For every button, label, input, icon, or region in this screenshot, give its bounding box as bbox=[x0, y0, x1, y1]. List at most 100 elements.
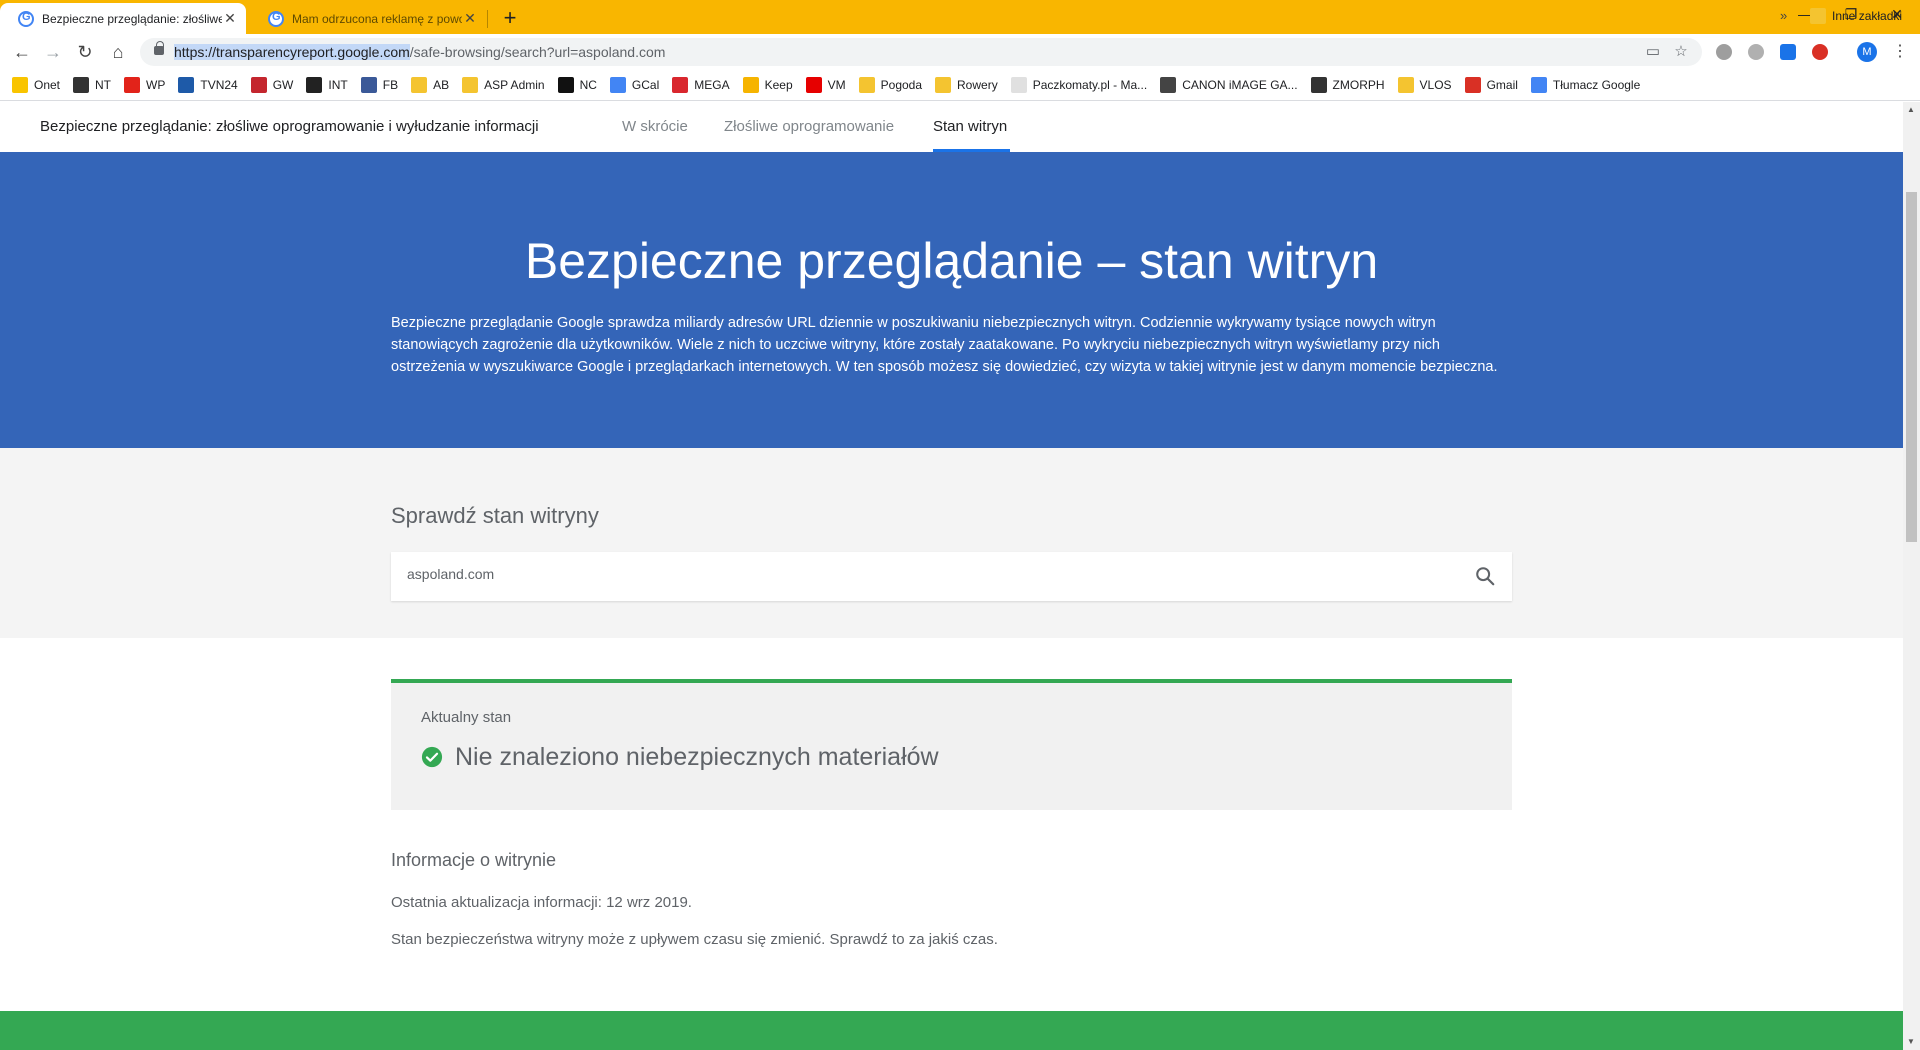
gcal-icon bbox=[609, 77, 626, 93]
folder-icon bbox=[935, 77, 952, 93]
bookmark-label: AB bbox=[433, 78, 450, 92]
bookmark-label: Keep bbox=[764, 78, 793, 92]
bookmark-item[interactable]: NT bbox=[73, 77, 111, 93]
bookmark-item[interactable]: Tłumacz Google bbox=[1530, 77, 1641, 93]
home-icon[interactable]: ⌂ bbox=[104, 38, 132, 66]
shield-extension-icon[interactable] bbox=[1748, 44, 1764, 60]
wp-icon bbox=[124, 77, 141, 93]
bookmark-label: NT bbox=[95, 78, 112, 92]
folder-icon bbox=[858, 77, 875, 93]
translate-icon bbox=[1530, 77, 1547, 93]
reload-icon[interactable]: ↻ bbox=[71, 38, 99, 66]
bookmark-item[interactable]: Paczkomaty.pl - Ma... bbox=[1010, 77, 1147, 93]
bookmark-item[interactable]: WP bbox=[124, 77, 165, 93]
bookmark-label: Gmail bbox=[1486, 78, 1518, 92]
scroll-up-icon[interactable]: ▲ bbox=[1907, 105, 1915, 114]
bookmark-item[interactable]: AB bbox=[411, 77, 449, 93]
tab-site-status[interactable]: Stan witryn bbox=[933, 118, 1007, 135]
site-info-heading: Informacje o witrynie bbox=[391, 850, 557, 870]
browser-toolbar: ← → ↻ ⌂ https://transparencyreport.googl… bbox=[0, 34, 1920, 70]
mega-icon bbox=[672, 77, 689, 93]
bookmark-item[interactable]: NC bbox=[557, 77, 597, 93]
bookmark-label: FB bbox=[382, 78, 399, 92]
bookmark-item[interactable]: Rowery bbox=[935, 77, 998, 93]
bookmark-item[interactable]: Onet bbox=[12, 77, 60, 93]
folder-icon bbox=[411, 77, 428, 93]
page-nav-title[interactable]: Bezpieczne przeglądanie: złośliwe oprogr… bbox=[40, 118, 539, 135]
address-bar[interactable]: https://transparencyreport.google.com/sa… bbox=[140, 38, 1702, 66]
bookmark-star-icon[interactable]: ☆ bbox=[1672, 43, 1690, 61]
tab-safe-browsing[interactable]: Bezpieczne przeglądanie: złośliwe ✕ bbox=[0, 3, 246, 34]
forward-arrow-icon[interactable]: → bbox=[39, 38, 67, 66]
bookmark-item[interactable]: GW bbox=[250, 77, 294, 93]
zmorph-icon bbox=[1310, 77, 1327, 93]
page-viewport: Bezpieczne przeglądanie: złośliwe oprogr… bbox=[0, 102, 1903, 1050]
other-bookmarks-label: Inne zakładki bbox=[1832, 8, 1903, 23]
gmail-icon bbox=[1464, 77, 1481, 93]
onet-icon bbox=[12, 77, 28, 93]
bookmark-label: Pogoda bbox=[880, 78, 923, 92]
bookmark-label: Onet bbox=[34, 78, 61, 92]
nc-icon bbox=[557, 77, 574, 93]
url-text[interactable]: https://transparencyreport.google.com/sa… bbox=[174, 44, 665, 60]
bookmark-item[interactable]: Gmail bbox=[1464, 77, 1518, 93]
google-favicon-icon bbox=[18, 10, 34, 27]
bookmark-extension-icon[interactable] bbox=[1780, 44, 1796, 60]
bookmark-item[interactable]: CANON iMAGE GA... bbox=[1160, 77, 1298, 93]
keep-icon bbox=[742, 77, 759, 93]
close-tab-icon[interactable]: ✕ bbox=[462, 10, 478, 27]
bookmark-label: VM bbox=[827, 78, 846, 92]
tab-ads-help[interactable]: Mam odrzucona reklamę z powo ✕ bbox=[250, 3, 486, 34]
bookmark-label: WP bbox=[146, 78, 166, 92]
new-tab-button[interactable]: + bbox=[496, 4, 524, 32]
bookmark-item[interactable]: VLOS bbox=[1397, 77, 1452, 93]
bookmark-item[interactable]: ZMORPH bbox=[1310, 77, 1385, 93]
bookmark-item[interactable]: TVN24 bbox=[178, 77, 238, 93]
bookmark-item[interactable]: Keep bbox=[742, 77, 793, 93]
bookmark-label: GCal bbox=[631, 78, 660, 92]
scrollbar-thumb[interactable] bbox=[1906, 192, 1917, 542]
back-arrow-icon[interactable]: ← bbox=[8, 38, 36, 66]
tab-overview[interactable]: W skrócie bbox=[622, 118, 688, 135]
sync-extension-icon[interactable] bbox=[1812, 44, 1828, 60]
tab-malware[interactable]: Złośliwe oprogramowanie bbox=[724, 118, 894, 135]
bookmark-item[interactable]: Pogoda bbox=[858, 77, 923, 93]
bookmarks-bar: Onet NT WP TVN24 GW INT FB AB ASP Admin NC GCal MEG… bbox=[0, 70, 1920, 101]
lock-icon bbox=[154, 41, 164, 55]
bookmark-label: ASP Admin bbox=[484, 78, 545, 92]
profile-avatar[interactable]: M bbox=[1857, 42, 1877, 62]
bookmark-item[interactable]: MEGA bbox=[672, 77, 730, 93]
bookmark-item[interactable]: ASP Admin bbox=[462, 77, 545, 93]
gw-icon bbox=[250, 77, 267, 93]
bookmark-item[interactable]: GCal bbox=[609, 77, 660, 93]
tvn24-icon bbox=[178, 77, 195, 93]
status-label: Aktualny stan bbox=[421, 709, 512, 726]
scroll-down-icon[interactable]: ▼ bbox=[1907, 1037, 1915, 1046]
status-message: Nie znaleziono niebezpiecznych materiałó… bbox=[455, 743, 939, 771]
hero-description: Bezpieczne przeglądanie Google sprawdza … bbox=[391, 315, 1498, 375]
other-bookmarks-folder[interactable]: Inne zakładki bbox=[1810, 0, 1902, 31]
cloud-extension-icon[interactable] bbox=[1716, 44, 1732, 60]
bookmarks-overflow-button[interactable]: » bbox=[1780, 8, 1787, 23]
bookmark-item[interactable]: VM bbox=[805, 77, 846, 93]
bookmark-item[interactable]: FB bbox=[360, 77, 399, 93]
search-icon[interactable] bbox=[1474, 565, 1496, 587]
close-tab-icon[interactable]: ✕ bbox=[222, 10, 238, 27]
site-search-section: Sprawdź stan witryny bbox=[0, 448, 1903, 638]
bookmark-label: CANON iMAGE GA... bbox=[1182, 78, 1298, 92]
tab-title: Bezpieczne przeglądanie: złośliwe bbox=[42, 11, 222, 26]
bookmark-label: VLOS bbox=[1419, 78, 1452, 92]
footer-banner bbox=[0, 1011, 1903, 1050]
folder-icon bbox=[1397, 77, 1414, 93]
bookmark-label: ZMORPH bbox=[1332, 78, 1385, 92]
bookmark-label: Tłumacz Google bbox=[1552, 78, 1641, 92]
site-search-box[interactable] bbox=[391, 552, 1512, 601]
page-scrollbar[interactable]: ▲ ▼ bbox=[1903, 102, 1920, 1050]
folder-icon bbox=[1810, 7, 1826, 24]
search-heading: Sprawdź stan witryny bbox=[391, 503, 599, 528]
bookmark-item[interactable]: INT bbox=[306, 77, 348, 93]
bookmark-label: GW bbox=[272, 78, 294, 92]
cast-icon[interactable]: ▭ bbox=[1644, 43, 1662, 61]
menu-icon[interactable]: ⋮ bbox=[1890, 40, 1910, 64]
site-search-input[interactable] bbox=[407, 566, 1407, 582]
